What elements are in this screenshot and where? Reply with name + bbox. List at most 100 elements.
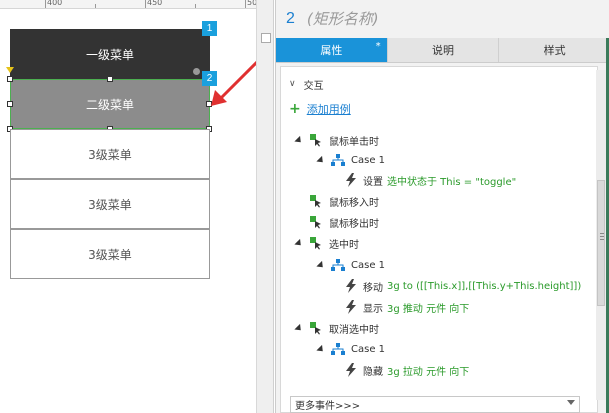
interactions-scrollbar[interactable] [596,70,606,400]
chevron-down-icon: ∨ [289,79,296,89]
ruler-tick [195,4,196,8]
event-label: 鼠标单击时 [329,136,379,148]
tab-notes[interactable]: 说明 [387,38,500,62]
action-verb: 移动 [363,282,383,294]
menu-sub-label: 3级菜单 [88,247,132,262]
action-detail: 3g to ([[This.x]],[[This.y+This.height]]… [387,280,582,292]
menu-level1-widget[interactable]: 一级菜单 [10,29,210,79]
case-label: Case 1 [351,154,386,166]
cursor-event-icon [310,195,321,208]
tab-label: 说明 [432,44,454,57]
menu-level2-widget[interactable]: 二级菜单 [10,79,210,129]
event-onunselect[interactable]: 取消选中时 [294,319,379,337]
menu-sub-label: 3级菜单 [88,147,132,162]
grip-line [600,239,604,240]
action-row[interactable]: 移动 3g to ([[This.x]],[[This.y+This.heigh… [345,277,581,295]
menu-sub-item[interactable]: 3级菜单 [10,179,210,229]
event-mouseenter[interactable]: 鼠标移入时 [295,192,379,210]
tab-label: 样式 [543,44,566,57]
action-detail: 3g 拉动 元件 向下 [387,366,470,378]
triangle-icon [294,238,304,248]
cursor-event-icon [310,322,321,335]
tab-style[interactable]: 样式 [499,38,609,62]
cursor-event-icon [310,134,321,147]
canvas-scrollbar[interactable] [256,0,274,413]
case-row[interactable]: Case 1 [316,256,386,274]
tab-properties[interactable]: 属性 * [276,38,388,62]
lightning-icon [346,363,356,377]
ruler-tick [95,4,96,8]
plus-icon: + [289,101,301,117]
corner-radius-handle[interactable] [6,67,14,73]
action-row[interactable]: 隐藏 3g 拉动 元件 向下 [345,361,469,379]
action-verb: 设置 [363,176,383,188]
triangle-icon [316,344,326,354]
inspector-tabs: 属性 * 说明 样式 [276,38,609,63]
interactions-section-header[interactable]: ∨ 交互 [289,75,324,93]
grip-line [600,233,604,234]
lightning-icon [346,279,356,293]
event-label: 选中时 [329,239,359,251]
menu-level2-label: 二级菜单 [85,97,134,112]
scroll-thumb[interactable] [261,33,271,43]
action-detail: 3g 推动 元件 向下 [387,303,470,315]
case-label: Case 1 [351,343,386,355]
resize-handle[interactable] [7,101,13,107]
section-label: 交互 [303,80,324,92]
lightning-icon [346,300,356,314]
scroll-thumb[interactable] [597,180,605,306]
event-label: 取消选中时 [329,324,379,336]
design-canvas[interactable]: 400 450 500 一级菜单 1 二级菜单 2 3级菜单 3级菜单 3级菜单 [0,0,256,413]
action-row[interactable]: 设置 选中状态于 This = "toggle" [345,171,516,189]
triangle-icon [316,155,326,165]
cursor-event-icon [310,216,321,229]
event-label: 鼠标移入时 [329,197,379,209]
more-events-dropdown[interactable]: 更多事件>>> [290,396,580,413]
horizontal-ruler: 400 450 500 [0,0,256,9]
action-verb: 隐藏 [363,366,383,378]
resize-handle[interactable] [7,76,13,82]
event-label: 鼠标移出时 [329,218,379,230]
add-case-link[interactable]: + 添加用例 [289,100,351,118]
case-tree-icon [331,343,345,355]
triangle-icon [316,260,326,270]
chevron-down-icon [567,400,575,405]
case-row[interactable]: Case 1 [316,340,386,358]
menu-sub-item[interactable]: 3级菜单 [10,229,210,279]
case-tree-icon [331,154,345,166]
event-onselect[interactable]: 选中时 [294,234,359,252]
modified-star: * [375,41,381,52]
resize-handle[interactable] [107,76,113,82]
ruler-tick-label: 400 [47,0,63,7]
ruler-tick [45,0,46,8]
action-row[interactable]: 显示 3g 推动 元件 向下 [345,298,469,316]
triangle-icon [294,135,304,145]
inspector-panel: 2 (矩形名称) 属性 * 说明 样式 ∨ 交互 + 添加用例 鼠标单击时 Ca… [275,0,609,413]
red-arrow-icon [211,60,256,106]
cursor-event-icon [310,237,321,250]
widget-title: 2 (矩形名称) [276,0,609,37]
action-verb: 显示 [363,303,383,315]
menu-sub-item[interactable]: 3级菜单 [10,129,210,179]
add-case-label: 添加用例 [306,103,351,116]
case-row[interactable]: Case 1 [316,151,386,169]
menu-sub-label: 3级菜单 [88,197,132,212]
widget-number: 2 [286,9,295,27]
triangle-icon [294,323,304,333]
menu-level1-label: 一级菜单 [85,47,134,62]
ruler-tick-label: 500 [247,0,256,7]
grip-line [600,236,604,237]
action-detail: 选中状态于 This = "toggle" [387,176,517,188]
interactions-panel: ∨ 交互 + 添加用例 鼠标单击时 Case 1 设置 选中状态于 This =… [280,66,598,413]
rotation-handle[interactable] [193,68,200,75]
widget-badge-1: 1 [202,21,217,36]
ruler-tick [145,0,146,8]
case-label: Case 1 [351,259,386,271]
lightning-icon [346,173,356,187]
widget-name-field[interactable]: (矩形名称) [307,8,379,29]
event-onclick[interactable]: 鼠标单击时 [294,131,379,149]
ruler-tick-label: 450 [147,0,163,7]
event-mouseleave[interactable]: 鼠标移出时 [295,213,379,231]
case-tree-icon [331,259,345,271]
ruler-tick [245,0,246,8]
